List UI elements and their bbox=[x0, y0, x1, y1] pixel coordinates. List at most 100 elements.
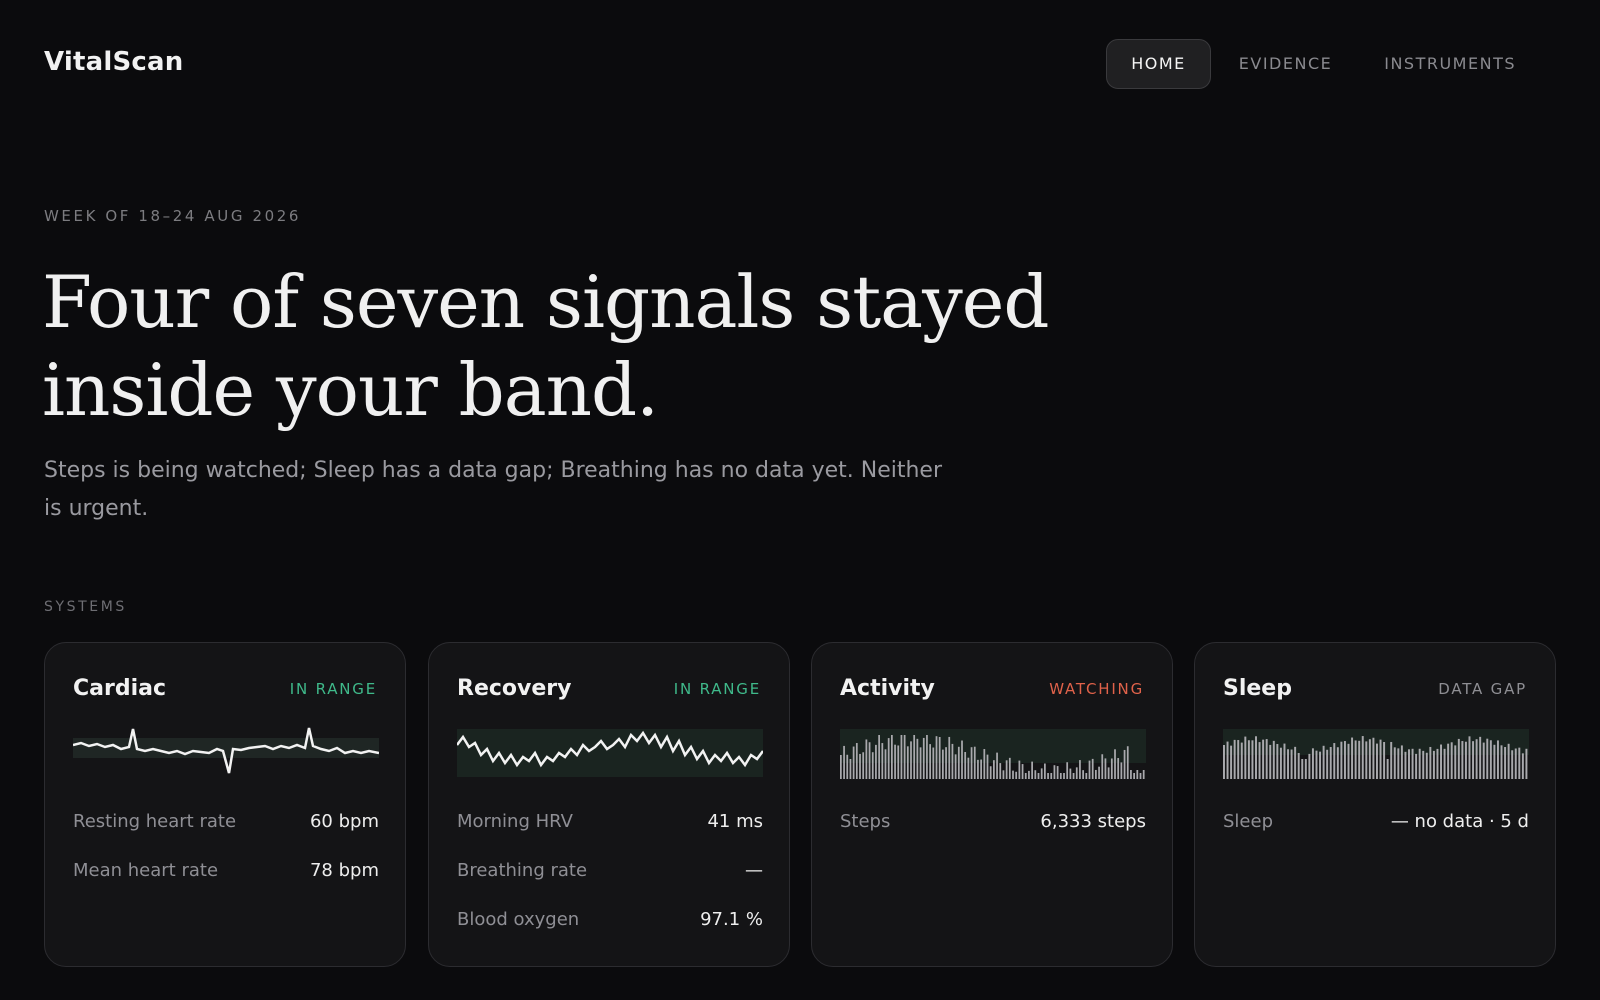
spark-bar bbox=[906, 746, 909, 779]
spark-bar bbox=[1136, 770, 1139, 779]
spark-bar bbox=[1496, 740, 1499, 779]
spark-bar bbox=[1411, 748, 1414, 779]
spark-bar bbox=[986, 754, 989, 779]
metric-label: Resting heart rate bbox=[73, 811, 237, 832]
systems-section-label: SYSTEMS bbox=[44, 599, 127, 615]
metric-label: Blood oxygen bbox=[457, 909, 580, 930]
spark-bar bbox=[855, 743, 858, 779]
metric-value: 6,333 steps bbox=[1040, 811, 1146, 832]
card-title: Sleep bbox=[1223, 676, 1292, 701]
spark-bar bbox=[916, 738, 919, 779]
spark-bar bbox=[1379, 739, 1382, 779]
spark-bar bbox=[967, 757, 970, 779]
spark-bar bbox=[1404, 751, 1407, 779]
spark-bar bbox=[1059, 773, 1062, 779]
card-recovery[interactable]: Recovery IN RANGE Morning HRV 41 ms Brea… bbox=[428, 642, 790, 967]
spark-bar bbox=[1276, 743, 1279, 779]
spark-bar bbox=[894, 744, 896, 779]
status-badge: WATCHING bbox=[1049, 680, 1144, 698]
spark-bar bbox=[862, 752, 865, 779]
spark-bar bbox=[1390, 741, 1393, 779]
brand-logo[interactable]: VitalScan bbox=[44, 47, 183, 77]
spark-bar bbox=[910, 741, 912, 779]
metric-row: Blood oxygen 97.1 % bbox=[457, 909, 763, 933]
spark-bar bbox=[1079, 760, 1081, 779]
metric-row: Sleep — no data · 5 d bbox=[1223, 811, 1529, 835]
spark-bar bbox=[1386, 759, 1389, 779]
spark-bar bbox=[1015, 771, 1018, 779]
spark-bar bbox=[1354, 740, 1357, 779]
spark-bar bbox=[1464, 741, 1467, 779]
spark-bar bbox=[846, 754, 849, 779]
spark-bar bbox=[897, 745, 900, 779]
spark-bar bbox=[865, 739, 868, 779]
spark-bar bbox=[1021, 764, 1024, 779]
spark-bar bbox=[1279, 747, 1282, 779]
metric-label: Sleep bbox=[1223, 811, 1274, 832]
spark-bar bbox=[1429, 746, 1432, 779]
card-sleep[interactable]: Sleep DATA GAP Sleep — no data · 5 d bbox=[1194, 642, 1556, 967]
top-bar: VitalScan HOME EVIDENCE INSTRUMENTS bbox=[0, 0, 1600, 130]
spark-bar bbox=[919, 747, 922, 779]
spark-bar bbox=[913, 735, 916, 779]
spark-bar bbox=[1418, 748, 1421, 779]
card-activity[interactable]: Activity WATCHING Steps 6,333 steps bbox=[811, 642, 1173, 967]
spark-bar bbox=[1432, 750, 1435, 779]
spark-bar bbox=[1272, 740, 1275, 779]
spark-bar bbox=[1340, 741, 1343, 779]
systems-cards: Cardiac IN RANGE Resting heart rate 60 b… bbox=[44, 642, 1556, 969]
spark-bar bbox=[1018, 760, 1021, 779]
spark-bar bbox=[891, 735, 893, 779]
spark-bar bbox=[884, 749, 887, 779]
nav-instruments[interactable]: INSTRUMENTS bbox=[1360, 39, 1540, 89]
spark-bar bbox=[999, 763, 1002, 779]
spark-bar bbox=[1511, 750, 1514, 779]
spark-bar bbox=[1262, 739, 1265, 779]
spark-bar bbox=[1294, 746, 1297, 779]
spark-bar bbox=[938, 737, 941, 779]
spark-bar bbox=[1028, 770, 1030, 779]
spark-bar bbox=[1126, 746, 1129, 779]
card-title: Recovery bbox=[457, 676, 572, 701]
spark-bar bbox=[989, 766, 992, 779]
spark-bar bbox=[932, 747, 935, 779]
spark-bar bbox=[1358, 740, 1361, 779]
spark-bar bbox=[1226, 741, 1229, 779]
nav-evidence[interactable]: EVIDENCE bbox=[1215, 39, 1356, 89]
spark-bar bbox=[1037, 773, 1040, 779]
spark-bar bbox=[887, 738, 890, 779]
metric-label: Steps bbox=[840, 811, 891, 832]
week-label: WEEK OF 18–24 AUG 2026 bbox=[44, 207, 302, 225]
spark-bar bbox=[1450, 742, 1453, 779]
spark-bar bbox=[922, 737, 925, 779]
recovery-sparkline bbox=[457, 729, 763, 777]
spark-bar bbox=[1130, 770, 1132, 779]
spark-bar bbox=[1326, 749, 1329, 779]
spark-bar bbox=[1425, 752, 1428, 779]
spark-bar bbox=[881, 743, 884, 779]
status-badge: IN RANGE bbox=[673, 680, 761, 698]
spark-bar bbox=[1251, 740, 1254, 779]
spark-bar bbox=[948, 736, 951, 779]
spark-bar bbox=[1301, 759, 1304, 779]
spark-bar bbox=[1322, 745, 1325, 779]
spark-bar bbox=[1123, 749, 1126, 779]
spark-bar bbox=[1329, 747, 1332, 779]
spark-bar bbox=[1397, 748, 1400, 779]
spark-bar bbox=[1114, 749, 1116, 779]
nav-home[interactable]: HOME bbox=[1106, 39, 1211, 89]
spark-bar bbox=[970, 747, 973, 779]
spark-bar bbox=[935, 736, 938, 779]
card-title: Cardiac bbox=[73, 676, 167, 701]
spark-bar bbox=[1447, 743, 1450, 779]
spark-bar bbox=[903, 735, 906, 779]
main-nav: HOME EVIDENCE INSTRUMENTS bbox=[1102, 39, 1540, 89]
spark-bar bbox=[1107, 767, 1110, 779]
spark-bar bbox=[996, 752, 998, 779]
spark-bar bbox=[945, 747, 947, 779]
card-cardiac[interactable]: Cardiac IN RANGE Resting heart rate 60 b… bbox=[44, 642, 406, 967]
metric-label: Mean heart rate bbox=[73, 860, 219, 881]
metric-row: Steps 6,333 steps bbox=[840, 811, 1146, 835]
spark-bar bbox=[1440, 744, 1443, 779]
spark-bar bbox=[1372, 737, 1375, 779]
